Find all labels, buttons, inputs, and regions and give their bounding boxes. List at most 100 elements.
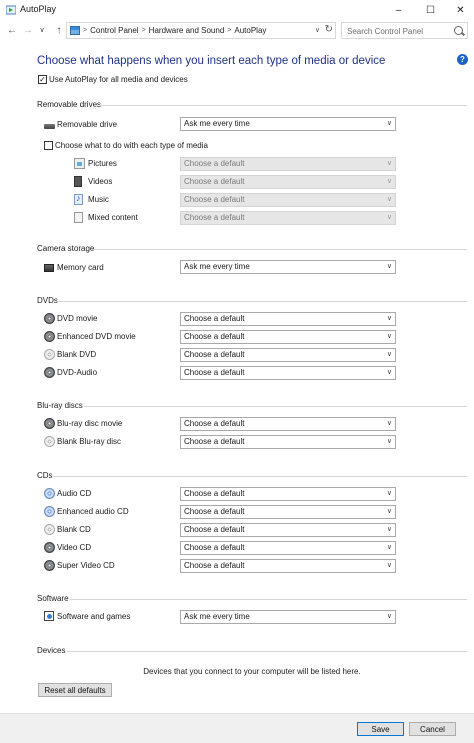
use-autoplay-checkbox[interactable]: ✓ bbox=[38, 75, 47, 84]
section-divider bbox=[67, 651, 467, 652]
pictures-select-value: Choose a default bbox=[184, 159, 245, 168]
window-title: AutoPlay bbox=[20, 4, 57, 14]
chevron-down-icon: ∨ bbox=[386, 544, 392, 551]
music-select[interactable]: Choose a default ∨ bbox=[180, 193, 396, 207]
section-divider bbox=[84, 406, 467, 407]
save-button[interactable]: Save bbox=[357, 722, 404, 736]
choose-each-media-checkbox[interactable] bbox=[44, 141, 53, 150]
use-autoplay-label[interactable]: Use AutoPlay for all media and devices bbox=[49, 75, 188, 84]
enhanced-dvd-movie-select[interactable]: Choose a default ∨ bbox=[180, 330, 396, 344]
breadcrumb-control-panel[interactable]: Control Panel bbox=[90, 26, 138, 35]
videos-select[interactable]: Choose a default ∨ bbox=[180, 175, 396, 189]
dvd-audio-select-value: Choose a default bbox=[184, 368, 245, 377]
chevron-down-icon: ∨ bbox=[386, 178, 392, 185]
cd-icon bbox=[44, 488, 55, 499]
chevron-down-icon: ∨ bbox=[386, 351, 392, 358]
removable-drive-label: Removable drive bbox=[57, 120, 118, 129]
minimize-button[interactable]: – bbox=[384, 0, 413, 20]
bluray-disc-movie-select-value: Choose a default bbox=[184, 419, 245, 428]
recent-locations-chevron-icon[interactable]: ∨ bbox=[36, 24, 48, 36]
chevron-down-icon: ∨ bbox=[386, 315, 392, 322]
breadcrumb-separator-icon: > bbox=[83, 27, 88, 34]
chevron-down-icon: ∨ bbox=[386, 508, 392, 515]
media-label-pictures: Pictures bbox=[88, 159, 117, 168]
enhanced-audio-cd-select[interactable]: Choose a default ∨ bbox=[180, 505, 396, 519]
section-divider bbox=[92, 249, 467, 250]
breadcrumb-hardware-and-sound[interactable]: Hardware and Sound bbox=[149, 26, 225, 35]
search-box[interactable] bbox=[341, 22, 468, 39]
bluray-disc-movie-select[interactable]: Choose a default ∨ bbox=[180, 417, 396, 431]
dvd-audio-select[interactable]: Choose a default ∨ bbox=[180, 366, 396, 380]
choose-each-media-label[interactable]: Choose what to do with each type of medi… bbox=[55, 141, 208, 150]
memory-card-label: Memory card bbox=[57, 263, 104, 272]
forward-arrow-icon[interactable]: → bbox=[22, 24, 34, 36]
back-arrow-icon[interactable]: ← bbox=[6, 24, 18, 36]
audio-cd-label: Audio CD bbox=[57, 489, 92, 498]
mixed-content-select[interactable]: Choose a default ∨ bbox=[180, 211, 396, 225]
media-label-music: Music bbox=[88, 195, 109, 204]
blank-dvd-select[interactable]: Choose a default ∨ bbox=[180, 348, 396, 362]
help-icon[interactable]: ? bbox=[457, 54, 468, 65]
removable-drive-select[interactable]: Ask me every time ∨ bbox=[180, 117, 396, 131]
section-heading-camera-storage: Camera storage bbox=[37, 244, 95, 253]
address-history-chevron-icon[interactable]: ∨ bbox=[315, 26, 320, 34]
breadcrumb-autoplay[interactable]: AutoPlay bbox=[234, 26, 266, 35]
refresh-icon[interactable]: ↻ bbox=[325, 24, 333, 35]
maximize-button[interactable]: ☐ bbox=[416, 0, 445, 20]
chevron-down-icon: ∨ bbox=[386, 369, 392, 376]
blank-cd-label: Blank CD bbox=[57, 525, 91, 534]
audio-cd-select[interactable]: Choose a default ∨ bbox=[180, 487, 396, 501]
chevron-down-icon: ∨ bbox=[386, 263, 392, 270]
chevron-down-icon: ∨ bbox=[386, 120, 392, 127]
blank-cd-select[interactable]: Choose a default ∨ bbox=[180, 523, 396, 537]
enhanced-audio-cd-label: Enhanced audio CD bbox=[57, 507, 129, 516]
chevron-down-icon: ∨ bbox=[386, 490, 392, 497]
blank-dvd-select-value: Choose a default bbox=[184, 350, 245, 359]
super-video-cd-label: Super Video CD bbox=[57, 561, 115, 570]
removable-drive-select-value: Ask me every time bbox=[184, 119, 250, 128]
up-arrow-icon[interactable]: ↑ bbox=[53, 24, 65, 36]
music-select-value: Choose a default bbox=[184, 195, 245, 204]
chevron-down-icon: ∨ bbox=[386, 562, 392, 569]
memory-card-select-value: Ask me every time bbox=[184, 262, 250, 271]
media-label-videos: Videos bbox=[88, 177, 113, 186]
address-field[interactable]: > Control Panel > Hardware and Sound > A… bbox=[66, 22, 336, 39]
blank-disc-icon bbox=[44, 436, 55, 447]
chevron-down-icon: ∨ bbox=[386, 420, 392, 427]
search-input[interactable] bbox=[345, 24, 453, 38]
search-icon[interactable] bbox=[454, 26, 463, 35]
breadcrumb-separator-icon: > bbox=[227, 27, 232, 34]
blank-disc-icon bbox=[44, 524, 55, 535]
autoplay-app-icon bbox=[6, 5, 16, 15]
chevron-down-icon: ∨ bbox=[386, 196, 392, 203]
chevron-down-icon: ∨ bbox=[386, 526, 392, 533]
software-icon bbox=[44, 611, 54, 621]
section-heading-devices: Devices bbox=[37, 646, 66, 655]
chevron-down-icon: ∨ bbox=[386, 438, 392, 445]
super-video-cd-select[interactable]: Choose a default ∨ bbox=[180, 559, 396, 573]
close-button[interactable]: ✕ bbox=[446, 0, 474, 20]
blank-bluray-disc-select[interactable]: Choose a default ∨ bbox=[180, 435, 396, 449]
memory-card-select[interactable]: Ask me every time ∨ bbox=[180, 260, 396, 274]
section-divider bbox=[99, 105, 467, 106]
dvd-icon bbox=[44, 313, 55, 324]
cancel-button[interactable]: Cancel bbox=[409, 722, 456, 736]
video-cd-select[interactable]: Choose a default ∨ bbox=[180, 541, 396, 555]
dvd-movie-label: DVD movie bbox=[57, 314, 98, 323]
dvd-movie-select[interactable]: Choose a default ∨ bbox=[180, 312, 396, 326]
audio-cd-select-value: Choose a default bbox=[184, 489, 245, 498]
video-cd-label: Video CD bbox=[57, 543, 92, 552]
pictures-select[interactable]: Choose a default ∨ bbox=[180, 157, 396, 171]
section-heading-cds: CDs bbox=[37, 471, 53, 480]
software-and-games-select[interactable]: Ask me every time ∨ bbox=[180, 610, 396, 624]
blank-dvd-label: Blank DVD bbox=[57, 350, 97, 359]
reset-all-defaults-button[interactable]: Reset all defaults bbox=[38, 683, 112, 697]
cd-icon bbox=[44, 506, 55, 517]
bluray-disc-movie-label: Blu-ray disc movie bbox=[57, 419, 123, 428]
blank-bluray-disc-label: Blank Blu-ray disc bbox=[57, 437, 122, 446]
software-and-games-label: Software and games bbox=[57, 612, 131, 621]
control-panel-icon bbox=[70, 26, 80, 35]
videos-icon bbox=[74, 176, 82, 187]
chevron-down-icon: ∨ bbox=[386, 214, 392, 221]
section-heading-removable-drives: Removable drives bbox=[37, 100, 102, 109]
